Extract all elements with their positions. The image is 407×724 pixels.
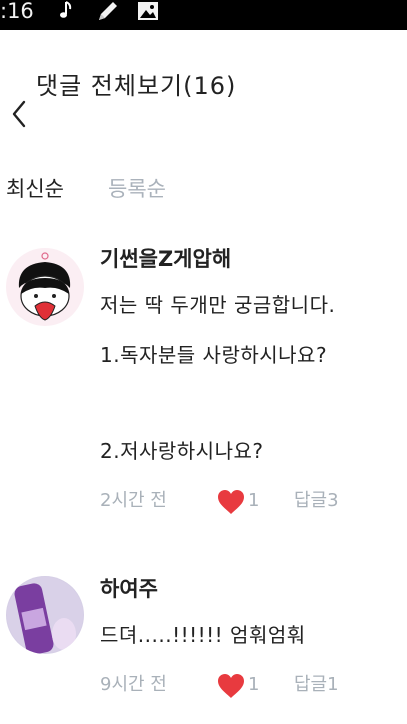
tab-registered[interactable]: 등록순 (108, 172, 166, 206)
comment-time: 9시간 전 (100, 674, 167, 695)
chevron-left-icon (12, 100, 26, 128)
comment-text-line: 저는 딱 두개만 궁금합니다. (100, 293, 336, 317)
avatar[interactable] (6, 248, 84, 326)
comment-author: 하여주 (100, 577, 158, 601)
status-time: :16 (0, 0, 34, 23)
like-count: 1 (248, 490, 260, 511)
pencil-icon (96, 0, 120, 26)
tab-latest[interactable]: 최신순 (6, 172, 64, 206)
comment-time: 2시간 전 (100, 490, 167, 511)
back-button[interactable] (8, 94, 34, 134)
sort-tabs: 최신순 등록순 (0, 172, 407, 212)
reply-button[interactable]: 답글1 (294, 670, 339, 700)
comment-item: 기썬을Z게압해 저는 딱 두개만 궁금합니다. 1.독자분들 사랑하시나요? 2… (0, 240, 407, 520)
status-bar: :16 (0, 0, 407, 30)
like-count: 1 (248, 674, 260, 695)
comment-item: 하여주 드뎌.....!!!!!! 엄훠엄훠 9시간 전 1 답글1 (0, 572, 407, 712)
avatar[interactable] (6, 576, 84, 654)
comment-author: 기썬을Z게압해 (100, 247, 232, 271)
page-title: 댓글 전체보기(16) (36, 72, 237, 100)
heart-icon (218, 490, 244, 514)
comment-text-line: 2.저사랑하시나요? (100, 439, 264, 463)
heart-icon (218, 674, 244, 698)
image-icon (136, 0, 160, 26)
comment-text-line: 1.독자분들 사랑하시나요? (100, 343, 328, 367)
comment-text-line: 드뎌.....!!!!!! 엄훠엄훠 (100, 623, 306, 647)
music-note-icon (58, 0, 80, 26)
reply-button[interactable]: 답글3 (294, 486, 339, 516)
